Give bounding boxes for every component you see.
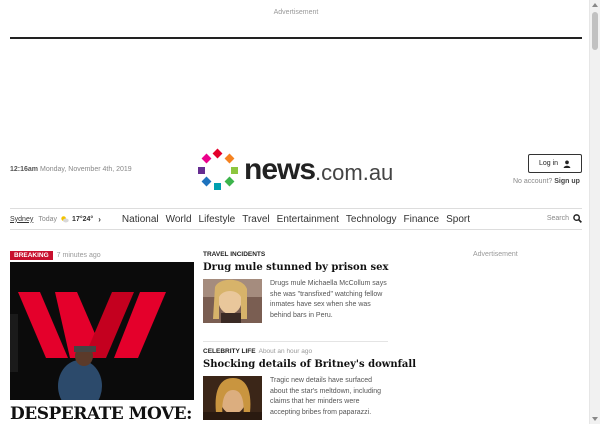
header-time: 12:16am	[10, 166, 39, 173]
login-button[interactable]: Log in	[528, 154, 582, 173]
story-category: Travel Incidents	[203, 251, 388, 258]
story-body: Drugs mule Michaella McCollum says she w…	[203, 279, 388, 323]
page-scrollbar[interactable]	[589, 0, 600, 424]
no-account-prompt: No account? Sign up	[513, 178, 580, 185]
story-summary: Drugs mule Michaella McCollum says she w…	[270, 280, 387, 319]
main-navigation: Sydney Today 17° 24° › National World Li…	[10, 208, 582, 230]
scroll-up-arrow-icon[interactable]	[592, 3, 598, 7]
weather-low: 17°	[72, 215, 83, 223]
nav-link-world[interactable]: World	[166, 214, 192, 225]
user-icon	[563, 160, 571, 168]
nav-link-lifestyle[interactable]: Lifestyle	[199, 214, 236, 225]
story-category-label[interactable]: Travel Incidents	[203, 251, 265, 258]
story-body: Tragic new details have surfaced about t…	[203, 376, 388, 420]
site-logo[interactable]: news .com.au	[196, 148, 393, 192]
story-headline[interactable]: Drug mule stunned by prison sex	[203, 262, 388, 273]
nav-link-travel[interactable]: Travel	[242, 214, 269, 225]
sidebar-advertisement[interactable]: Advertisement	[473, 251, 518, 258]
news-logo-icon	[198, 148, 238, 190]
nav-link-sport[interactable]: Sport	[446, 214, 470, 225]
story-card[interactable]: Celebrity Life About an hour ago Shocking…	[203, 348, 416, 420]
top-advertisement[interactable]: Advertisement	[10, 0, 582, 39]
header-date: Monday, November 4th, 2019	[39, 166, 132, 173]
scroll-down-arrow-icon[interactable]	[592, 417, 598, 421]
hero-headline[interactable]: DESPERATE MOVE:	[10, 404, 194, 424]
weather-high: 24°	[82, 215, 94, 223]
search-control[interactable]: Search	[547, 214, 582, 223]
story-category-label[interactable]: Celebrity Life	[203, 348, 256, 355]
login-label: Log in	[538, 160, 559, 167]
weather-widget[interactable]: Sydney Today 17° 24° ›	[10, 215, 101, 224]
scrollbar-thumb[interactable]	[592, 12, 598, 50]
partly-sunny-icon	[61, 216, 69, 223]
logo-word: news	[244, 153, 316, 186]
story-time-ago: About an hour ago	[258, 348, 313, 355]
search-label: Search	[546, 215, 569, 222]
nav-links: National World Lifestyle Travel Entertai…	[122, 214, 477, 225]
story-thumbnail[interactable]	[203, 279, 262, 323]
advertisement-label: Advertisement	[473, 251, 518, 258]
hero-story[interactable]: Breaking 7 minutes ago DESPERATE MOVE:	[10, 250, 194, 424]
nav-link-technology[interactable]: Technology	[346, 214, 397, 225]
story-card[interactable]: Travel Incidents Drug mule stunned by pr…	[203, 251, 388, 323]
header-datetime: 12:16am Monday, November 4th, 2019	[10, 166, 132, 173]
story-summary: Tragic new details have surfaced about t…	[270, 377, 382, 416]
story-divider	[203, 341, 388, 342]
breaking-badge: Breaking	[10, 250, 53, 260]
weather-day: Today	[38, 215, 58, 223]
chevron-right-icon[interactable]: ›	[98, 215, 101, 224]
logo-suffix: .com.au	[315, 160, 394, 185]
weather-city[interactable]: Sydney	[10, 216, 33, 223]
hero-time-ago: 7 minutes ago	[56, 251, 101, 259]
hero-meta: Breaking 7 minutes ago	[10, 250, 194, 260]
advertisement-label: Advertisement	[273, 9, 319, 16]
story-category: Celebrity Life About an hour ago	[203, 348, 388, 355]
nav-link-finance[interactable]: Finance	[404, 214, 440, 225]
hero-image[interactable]	[10, 262, 194, 400]
nav-link-national[interactable]: National	[122, 214, 159, 225]
search-icon[interactable]	[573, 214, 582, 223]
story-headline[interactable]: Shocking details of Britney's downfall	[203, 359, 416, 370]
story-thumbnail[interactable]	[203, 376, 262, 420]
nav-link-entertainment[interactable]: Entertainment	[277, 214, 339, 225]
no-account-text: No account?	[513, 178, 553, 185]
signup-link[interactable]: Sign up	[554, 178, 580, 185]
